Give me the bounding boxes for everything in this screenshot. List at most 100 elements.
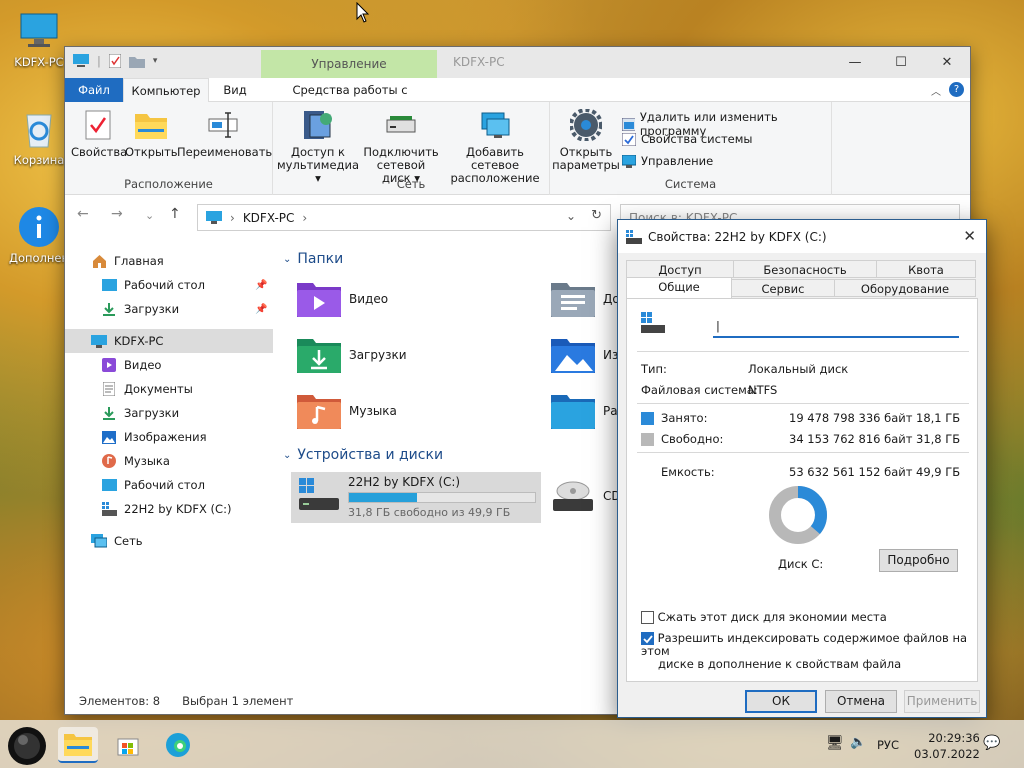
up-button[interactable]: ↑ [169, 206, 181, 222]
details-button[interactable]: Подробно [879, 549, 958, 572]
refresh-icon[interactable]: ↻ [591, 208, 602, 223]
download-icon [101, 301, 117, 317]
folder-desktop[interactable]: Раб [551, 393, 625, 429]
start-orb-icon [8, 727, 46, 765]
tab-file[interactable]: Файл [65, 78, 123, 102]
tab-tools[interactable]: Сервис [731, 279, 835, 297]
network-tray-icon[interactable]: 🖥 [826, 735, 844, 751]
collapse-ribbon-icon[interactable]: ︿ [931, 83, 941, 98]
back-button[interactable]: ← [77, 206, 89, 222]
tab-security[interactable]: Безопасность [733, 260, 877, 278]
nav-item-desktop-pinned[interactable]: Рабочий стол 📌 [65, 273, 273, 297]
folder-documents[interactable]: До [551, 281, 620, 317]
desktop-icon-label: Корзина [13, 153, 65, 167]
tab-sharing[interactable]: Доступ [626, 260, 734, 278]
index-option[interactable]: Разрешить индексировать содержимое файло… [641, 632, 977, 671]
rename-button[interactable]: Переименовать [177, 108, 272, 159]
divider [637, 452, 969, 453]
minimize-button[interactable]: — [832, 47, 878, 78]
media-icon [301, 108, 335, 142]
nav-item-downloads[interactable]: Загрузки [65, 401, 273, 425]
disk-usage-donut [769, 486, 827, 544]
nav-item-this-pc[interactable]: KDFX-PC [65, 329, 273, 353]
tab-hardware[interactable]: Оборудование [834, 279, 976, 297]
properties-button[interactable]: Свойства [71, 108, 127, 159]
start-button[interactable] [6, 725, 48, 767]
taskbar-explorer-button[interactable] [58, 727, 98, 763]
desktop-icon-computer[interactable]: KDFX-PC [7, 10, 71, 69]
volume-label-input[interactable]: | [713, 316, 959, 338]
nav-item-downloads-pinned[interactable]: Загрузки 📌 [65, 297, 273, 321]
open-settings-button[interactable]: Открыть параметры [552, 108, 620, 172]
programs-icon [622, 117, 635, 131]
computer-icon [91, 333, 107, 349]
close-button[interactable]: ✕ [924, 47, 970, 78]
document-icon [101, 381, 117, 397]
address-path[interactable]: KDFX-PC [243, 211, 295, 225]
add-network-location-button[interactable]: Добавить сетевое расположение [443, 108, 547, 185]
chevron-down-icon[interactable]: ⌄ [566, 209, 576, 223]
chevron-down-icon[interactable]: ▾ [153, 56, 158, 66]
video-icon [101, 357, 117, 373]
apply-button[interactable]: Применить [904, 690, 980, 713]
open-button[interactable]: Открыть [125, 108, 178, 159]
index-checkbox[interactable] [641, 632, 654, 645]
folder-pictures[interactable]: Изо [551, 337, 626, 373]
close-icon[interactable]: ✕ [963, 227, 976, 245]
compress-option[interactable]: Сжать этот диск для экономии места [641, 610, 887, 624]
properties-icon[interactable] [108, 54, 121, 68]
compress-checkbox[interactable] [641, 611, 654, 624]
nav-item-network[interactable]: Сеть [65, 529, 273, 553]
nav-item-documents[interactable]: Документы [65, 377, 273, 401]
maximize-button[interactable]: ☐ [878, 47, 924, 78]
help-icon[interactable]: ? [949, 82, 964, 97]
language-indicator[interactable]: РУС [877, 738, 899, 752]
taskbar-store-button[interactable] [108, 727, 148, 763]
media-access-button[interactable]: Доступ к мультимедиа ▾ [277, 108, 359, 185]
tab-view[interactable]: Вид [215, 78, 255, 102]
tab-quota[interactable]: Квота [876, 260, 976, 278]
divider [637, 403, 969, 404]
recent-locations-button[interactable]: ⌄ [145, 209, 154, 222]
nav-item-desktop[interactable]: Рабочий стол [65, 473, 273, 497]
folder-video[interactable]: Видео [297, 281, 388, 317]
pictures-folder-icon [551, 339, 595, 373]
clock[interactable]: 20:29:36 03.07.2022 [914, 730, 980, 762]
forward-button[interactable]: → [111, 206, 123, 222]
section-header-folders[interactable]: ⌄ Папки [283, 251, 343, 267]
ok-button[interactable]: ОК [745, 690, 817, 713]
cd-drive-tile[interactable]: CD [551, 477, 621, 515]
downloads-folder-icon [297, 339, 341, 373]
ribbon-group-system: Открыть параметры Удалить или изменить п… [550, 102, 832, 195]
nav-item-music[interactable]: Музыка [65, 449, 273, 473]
nav-item-pictures[interactable]: Изображения [65, 425, 273, 449]
folder-music[interactable]: Музыка [297, 393, 397, 429]
tab-computer[interactable]: Компьютер [123, 78, 209, 103]
drive-name: 22H2 by KDFX (C:) [348, 475, 461, 489]
nav-item-home[interactable]: Главная [65, 249, 273, 273]
desktop-icon-recycle-bin[interactable]: Корзина [7, 108, 71, 167]
desktop-icon-info[interactable]: Дополнен [7, 206, 71, 265]
volume-tray-icon[interactable]: 🔈 [850, 735, 866, 750]
free-gb: 31,8 ГБ [916, 432, 961, 446]
cancel-button[interactable]: Отмена [825, 690, 897, 713]
new-folder-icon[interactable] [128, 55, 145, 68]
desktop-icon [101, 277, 117, 293]
nav-item-video[interactable]: Видео [65, 353, 273, 377]
nav-item-drive-c[interactable]: 22H2 by KDFX (C:) [65, 497, 273, 521]
store-icon [117, 738, 139, 756]
folder-open-icon [134, 108, 168, 142]
system-properties-button[interactable]: Свойства системы [622, 132, 752, 146]
address-bar[interactable]: › KDFX-PC › ⌄ ↻ [197, 204, 611, 231]
taskbar-edge-button[interactable] [158, 727, 198, 763]
drive-c-tile[interactable]: 22H2 by KDFX (C:) 31,8 ГБ свободно из 49… [291, 472, 541, 523]
notification-icon[interactable]: 💬 [983, 735, 1000, 751]
tab-disk-tools[interactable]: Средства работы с дисками [265, 78, 435, 121]
section-header-devices[interactable]: ⌄ Устройства и диски [283, 447, 443, 463]
folder-downloads[interactable]: Загрузки [297, 337, 407, 373]
dialog-tabs: Доступ Безопасность Квота Общие Сервис О… [626, 260, 978, 298]
map-network-drive-button[interactable]: Подключить сетевой диск ▾ [361, 108, 441, 185]
tab-general[interactable]: Общие [626, 277, 732, 298]
status-items-count: Элементов: 8 [79, 694, 161, 708]
manage-button[interactable]: Управление [622, 154, 713, 168]
